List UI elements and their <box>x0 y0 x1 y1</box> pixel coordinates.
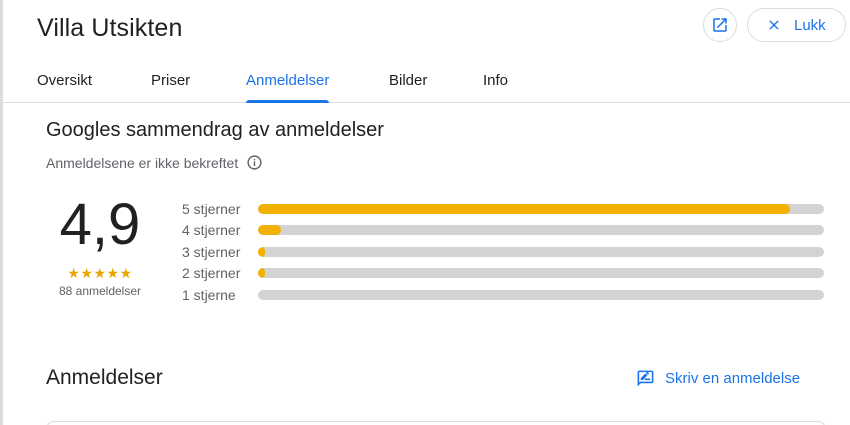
rating-bar-fill <box>258 225 281 236</box>
rating-bar-fill <box>258 268 266 279</box>
rating-row-5[interactable]: 5 stjerner <box>182 198 827 220</box>
rating-bar <box>258 289 824 300</box>
tab-oversikt[interactable]: Oversikt <box>37 62 92 103</box>
rating-bar <box>258 268 824 279</box>
rating-row-label: 2 stjerner <box>182 265 241 282</box>
rating-bar-fill <box>258 246 266 257</box>
review-summary-title: Googles sammendrag av anmeldelser <box>46 119 384 141</box>
review-summary-subtitle: Anmeldelsene er ikke bekreftet <box>46 154 263 171</box>
unverified-note: Anmeldelsene er ikke bekreftet <box>46 154 239 171</box>
close-button[interactable]: Lukk <box>747 8 846 42</box>
rating-distribution: 5 stjerner 4 stjerner 3 stjerner 2 stjer… <box>182 198 827 306</box>
average-rating: 4,9 <box>59 192 141 257</box>
reviews-section-title: Anmeldelser <box>46 366 163 389</box>
rate-review-icon <box>637 370 654 387</box>
place-header: Villa Utsikten Lukk Oversikt Priser Anme… <box>0 0 850 103</box>
info-icon[interactable] <box>246 154 263 171</box>
rating-row-2[interactable]: 2 stjerner <box>182 263 827 285</box>
star-rating: ★★★★★ <box>67 265 133 281</box>
rating-bar <box>258 203 824 214</box>
open-in-new-icon <box>713 18 727 32</box>
rating-row-label: 5 stjerner <box>182 200 241 217</box>
close-icon <box>769 20 779 30</box>
tab-bilder[interactable]: Bilder <box>389 62 427 103</box>
write-review-label: Skriv en anmeldelse <box>665 370 801 387</box>
rating-row-label: 1 stjerne <box>182 286 236 303</box>
rating-bar <box>258 225 824 236</box>
write-review-button[interactable]: Skriv en anmeldelse <box>636 369 800 388</box>
rating-row-1[interactable]: 1 stjerne <box>182 284 827 306</box>
review-count[interactable]: 88 anmeldelser <box>30 284 170 298</box>
rating-row-4[interactable]: 4 stjerner <box>182 220 827 242</box>
open-in-new-button[interactable] <box>703 8 737 42</box>
rating-bar <box>258 246 824 257</box>
rating-bar-fill <box>258 203 791 214</box>
tab-anmeldelser[interactable]: Anmeldelser <box>246 62 330 103</box>
tab-priser[interactable]: Priser <box>151 62 190 103</box>
rating-row-label: 3 stjerner <box>182 243 241 260</box>
review-card <box>46 421 826 425</box>
rating-row-3[interactable]: 3 stjerner <box>182 241 827 263</box>
tab-bar: Oversikt Priser Anmeldelser Bilder Info <box>0 62 850 103</box>
close-button-label: Lukk <box>794 16 826 34</box>
tab-info[interactable]: Info <box>483 62 508 103</box>
place-title: Villa Utsikten <box>37 14 183 42</box>
rating-row-label: 4 stjerner <box>182 222 241 239</box>
